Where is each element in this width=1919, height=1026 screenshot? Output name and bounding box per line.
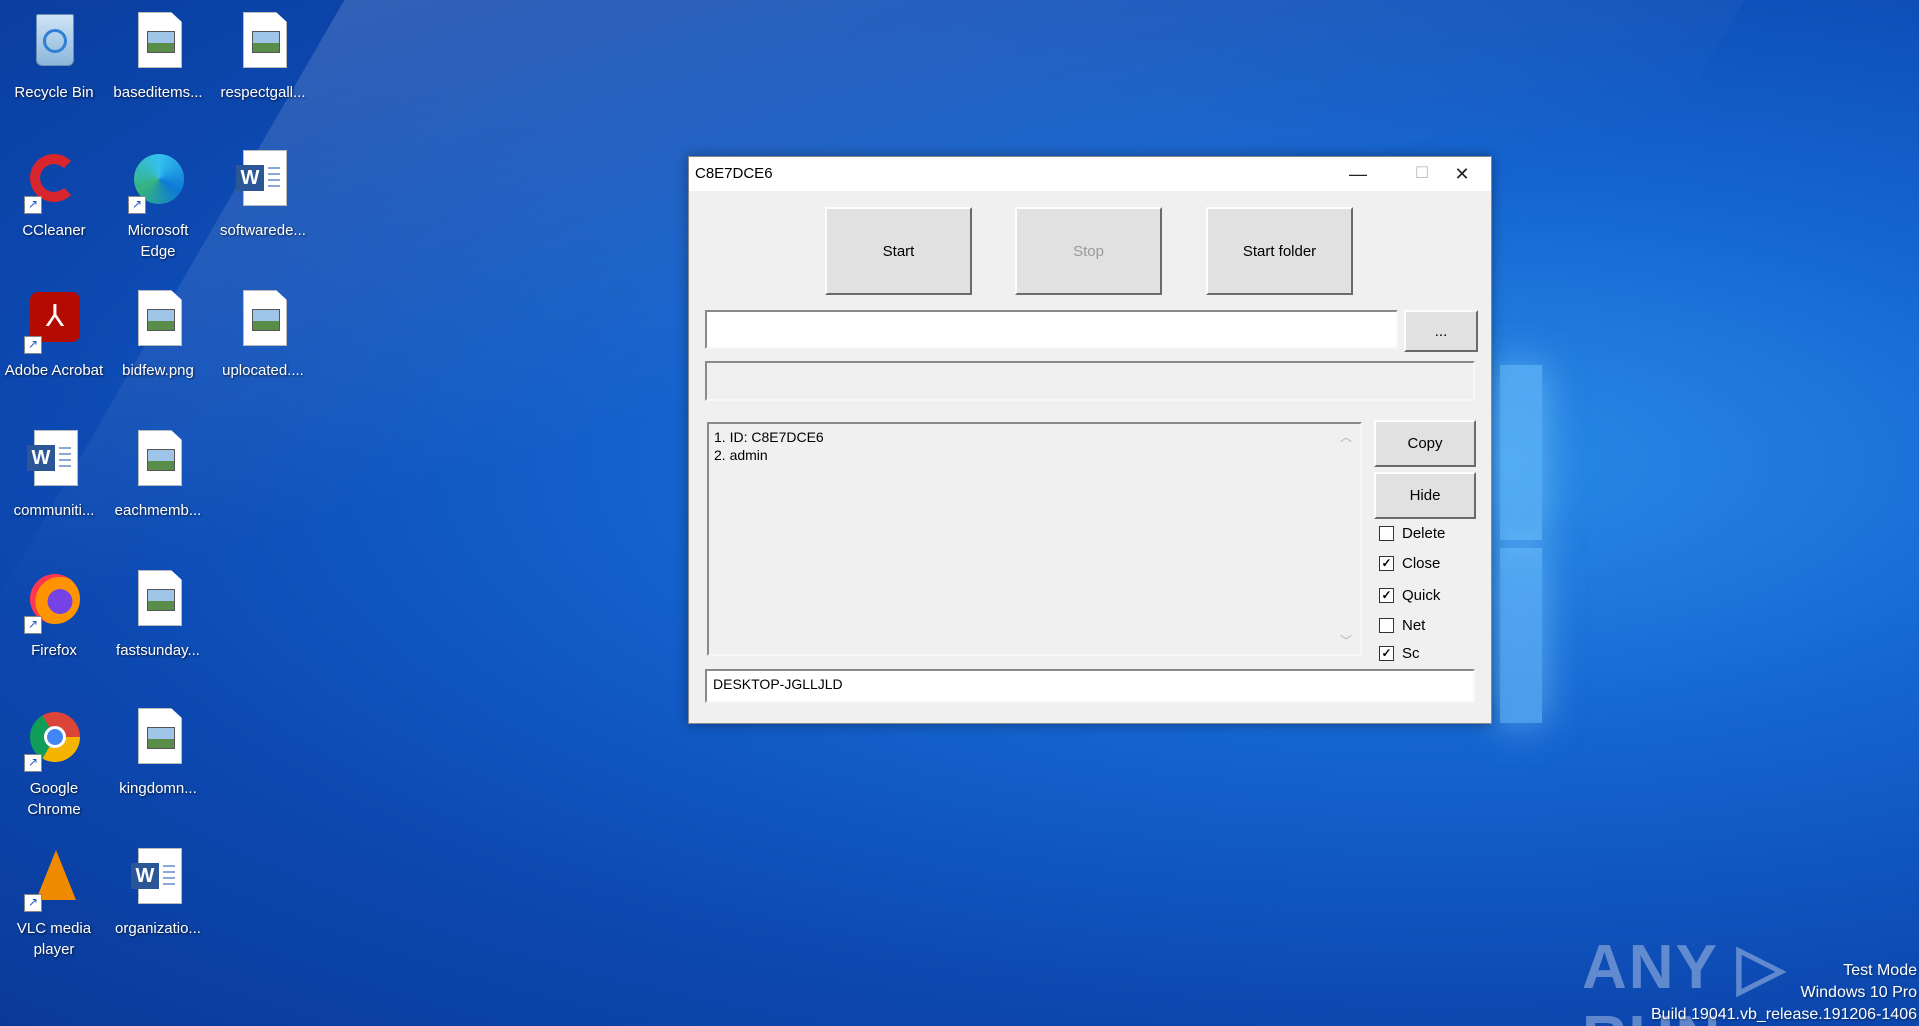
wallpaper-logo-pane [1500, 365, 1542, 540]
desktop-icon[interactable]: ↗ Firefox [4, 570, 104, 661]
desktop: ANY ▷ RUN Recycle Binbaseditems...respec… [0, 0, 1919, 1026]
acrobat-icon: ⅄ ↗ [22, 290, 86, 354]
start-button[interactable]: Start [825, 207, 972, 295]
checkbox-label: Net [1402, 616, 1426, 634]
vlc-icon: ↗ [22, 848, 86, 912]
watermark-test-mode: Test Mode [1843, 962, 1917, 979]
desktop-icon-label: bidfew.png [122, 362, 194, 379]
image-file-icon [126, 430, 190, 494]
desktop-icon[interactable]: ↗ Microsoft Edge [108, 150, 208, 262]
computer-name-value: DESKTOP-JGLLJLD [713, 676, 843, 692]
desktop-icon-label: Firefox [31, 642, 77, 659]
checkbox-box[interactable] [1379, 617, 1394, 633]
checkbox-label: Close [1402, 554, 1441, 572]
desktop-icon-label: softwarede... [220, 222, 306, 239]
close-button[interactable]: ✕ [1433, 157, 1491, 191]
desktop-icon[interactable]: Wcommuniti... [4, 430, 104, 521]
desktop-icon-label: communiti... [13, 502, 95, 519]
desktop-icon-label: Microsoft Edge [127, 222, 189, 260]
checkbox-delete[interactable]: Delete [1379, 523, 1445, 543]
checkbox-net[interactable]: Net [1379, 615, 1425, 635]
desktop-icon-label: eachmemb... [114, 502, 202, 519]
start-folder-button[interactable]: Start folder [1206, 207, 1353, 295]
firefox-icon: ↗ [22, 570, 86, 634]
desktop-icon[interactable]: ↗ CCleaner [4, 150, 104, 241]
desktop-icon-label: CCleaner [22, 222, 86, 239]
ccleaner-icon: ↗ [22, 150, 86, 214]
desktop-icon[interactable]: ⅄ ↗ Adobe Acrobat [4, 290, 104, 381]
log-line: 2. admin [714, 447, 768, 463]
recycle-bin-icon [22, 12, 86, 76]
desktop-icon[interactable]: kingdomn... [108, 708, 208, 799]
word-document-icon: W [126, 848, 190, 912]
scroll-up-icon[interactable]: ︿ [1340, 428, 1352, 446]
word-document-icon: W [231, 150, 295, 214]
desktop-icon-label: Adobe Acrobat [4, 362, 104, 379]
scroll-down-icon[interactable]: ﹀ [1340, 632, 1352, 650]
wallpaper-logo-pane [1500, 548, 1542, 723]
desktop-icon[interactable]: eachmemb... [108, 430, 208, 521]
image-file-icon [126, 290, 190, 354]
desktop-icon[interactable]: bidfew.png [108, 290, 208, 381]
title-bar[interactable]: C8E7DCE6 — ☐ ✕ [689, 157, 1491, 191]
desktop-icon[interactable]: ↗ VLC media player [4, 848, 104, 960]
desktop-icon-label: organizatio... [115, 920, 201, 937]
copy-button[interactable]: Copy [1374, 420, 1476, 467]
desktop-icon[interactable]: ↗ Google Chrome [4, 708, 104, 820]
log-textarea[interactable]: 1. ID: C8E7DCE6 2. admin ︿ ﹀ [707, 422, 1362, 656]
checkbox-quick[interactable]: ✓ Quick [1379, 585, 1440, 605]
window-title: C8E7DCE6 [695, 165, 773, 182]
desktop-icon[interactable]: Worganizatio... [108, 848, 208, 939]
progress-field [705, 361, 1475, 401]
desktop-icon[interactable]: fastsunday... [108, 570, 208, 661]
path-input[interactable] [705, 310, 1398, 349]
image-file-icon [126, 708, 190, 772]
shortcut-arrow-icon: ↗ [128, 196, 146, 214]
shortcut-arrow-icon: ↗ [24, 336, 42, 354]
watermark-build: Build 19041.vb_release.191206-1406 [1651, 1006, 1917, 1023]
desktop-icon-label: Recycle Bin [14, 84, 94, 101]
checkbox-box[interactable]: ✓ [1379, 587, 1394, 603]
image-file-icon [231, 12, 295, 76]
edge-icon: ↗ [126, 150, 190, 214]
desktop-icon[interactable]: Recycle Bin [4, 12, 104, 103]
word-document-icon: W [22, 430, 86, 494]
checkbox-label: Quick [1402, 586, 1441, 604]
minimize-button[interactable]: — [1329, 157, 1387, 191]
app-window: C8E7DCE6 — ☐ ✕ Start Stop Start folder .… [688, 156, 1492, 724]
desktop-icon-label: fastsunday... [116, 642, 200, 659]
desktop-icon[interactable]: Wsoftwarede... [213, 150, 313, 241]
checkbox-box[interactable]: ✓ [1379, 555, 1394, 571]
image-file-icon [231, 290, 295, 354]
desktop-icon[interactable]: uplocated.... [213, 290, 313, 381]
watermark: Test Mode Windows 10 Pro Build 19041.vb_… [1651, 960, 1917, 1026]
desktop-icon[interactable]: respectgall... [213, 12, 313, 103]
desktop-icon-label: uplocated.... [222, 362, 304, 379]
computer-name-field[interactable]: DESKTOP-JGLLJLD [705, 669, 1475, 703]
checkbox-label: Delete [1402, 524, 1446, 542]
shortcut-arrow-icon: ↗ [24, 754, 42, 772]
desktop-icon-label: baseditems... [113, 84, 203, 101]
checkbox-label: Sc [1402, 644, 1420, 662]
image-file-icon [126, 12, 190, 76]
shortcut-arrow-icon: ↗ [24, 616, 42, 634]
chrome-icon: ↗ [22, 708, 86, 772]
desktop-icon-label: Google Chrome [27, 780, 81, 818]
shortcut-arrow-icon: ↗ [24, 894, 42, 912]
checkbox-close[interactable]: ✓ Close [1379, 553, 1440, 573]
stop-button[interactable]: Stop [1015, 207, 1162, 295]
shortcut-arrow-icon: ↗ [24, 196, 42, 214]
image-file-icon [126, 570, 190, 634]
browse-button[interactable]: ... [1404, 310, 1478, 352]
log-line: 1. ID: C8E7DCE6 [714, 429, 824, 445]
checkbox-sc[interactable]: ✓ Sc [1379, 643, 1420, 663]
checkbox-box[interactable] [1379, 525, 1394, 541]
desktop-icon[interactable]: baseditems... [108, 12, 208, 103]
hide-button[interactable]: Hide [1374, 472, 1476, 519]
desktop-icon-label: respectgall... [220, 84, 306, 101]
checkbox-box[interactable]: ✓ [1379, 645, 1394, 661]
desktop-icon-label: VLC media player [16, 920, 92, 958]
watermark-edition: Windows 10 Pro [1800, 984, 1918, 1001]
desktop-icon-label: kingdomn... [119, 780, 197, 797]
